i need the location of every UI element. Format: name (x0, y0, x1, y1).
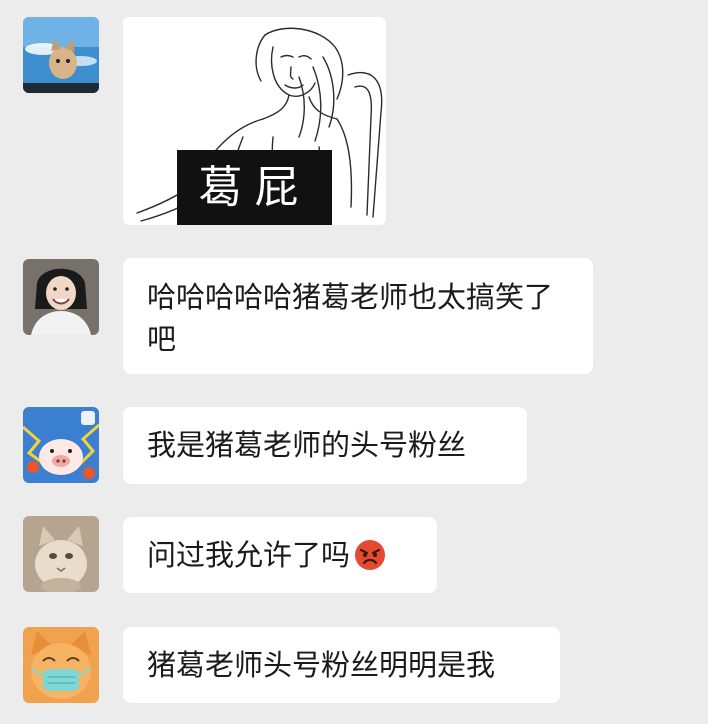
avatar-cat-mask-icon[interactable] (23, 627, 99, 703)
message-text: 猪葛老师头号粉丝明明是我 (147, 648, 496, 682)
message-text: 我是猪葛老师的头号粉丝 (147, 428, 467, 462)
message-bubble[interactable]: 猪葛老师头号粉丝明明是我 (123, 627, 560, 703)
angry-face-icon (355, 540, 386, 570)
message-text: 问过我允许了吗 (147, 538, 351, 572)
sticker-image[interactable]: 葛屁 (123, 17, 386, 225)
sticker-caption: 葛屁 (177, 150, 332, 225)
avatar-cat-sky-icon[interactable] (23, 17, 99, 93)
message-bubble[interactable]: 我是猪葛老师的头号粉丝 (123, 407, 527, 484)
message-bubble[interactable]: 问过我允许了吗 (123, 517, 437, 593)
message-text: 哈哈哈哈哈猪葛老师也太搞笑了吧 (147, 280, 554, 356)
message-bubble[interactable]: 哈哈哈哈哈猪葛老师也太搞笑了吧 (123, 258, 593, 374)
avatar-smiling-woman-icon[interactable] (23, 259, 99, 335)
avatar-cartoon-pig-icon[interactable] (23, 407, 99, 483)
avatar-cat-portrait-icon[interactable] (23, 516, 99, 592)
